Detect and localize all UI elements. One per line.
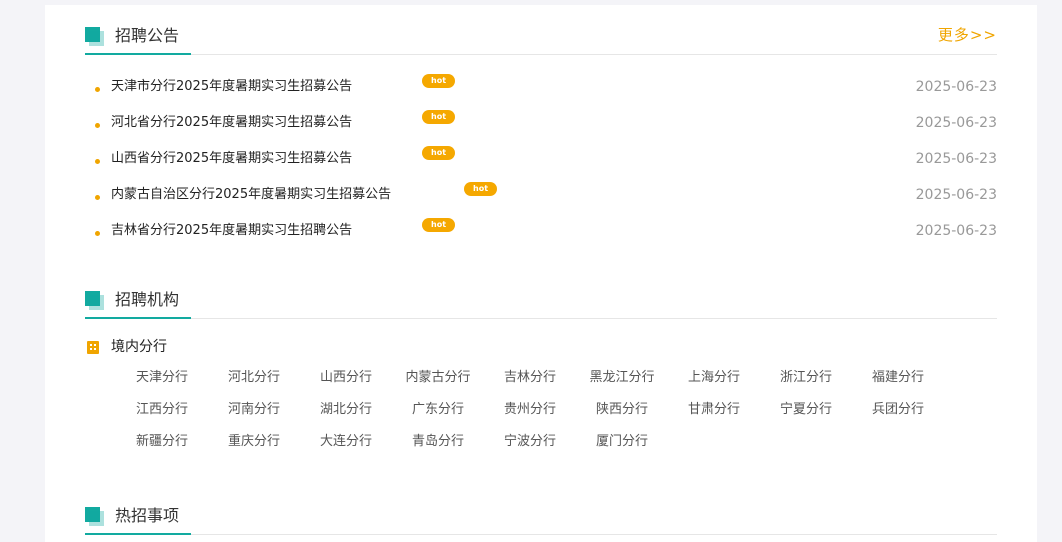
branch-link[interactable]: 河南分行 (208, 399, 300, 431)
building-icon (85, 339, 101, 355)
announcement-date: 2025-06-23 (915, 187, 997, 203)
section-square-icon (85, 27, 104, 46)
institutions-tab: 招聘机构 (85, 287, 192, 319)
branch-link[interactable]: 上海分行 (668, 367, 760, 399)
announcement-date: 2025-06-23 (915, 151, 997, 167)
branch-link[interactable]: 浙江分行 (760, 367, 852, 399)
institutions-header: 招聘机构 (85, 287, 997, 319)
announcement-date: 2025-06-23 (915, 223, 997, 239)
announcements-header: 招聘公告 更多>> (85, 23, 997, 55)
branch-grid: 天津分行 河北分行 山西分行 内蒙古分行 吉林分行 黑龙江分行 上海分行 浙江分… (116, 367, 946, 463)
list-item[interactable]: 天津市分行2025年度暑期实习生招募公告 hot 2025-06-23 (85, 74, 997, 111)
announcement-title[interactable]: 山西省分行2025年度暑期实习生招募公告 (111, 151, 352, 166)
announcements-tab: 招聘公告 (85, 23, 192, 55)
branch-link[interactable]: 贵州分行 (484, 399, 576, 431)
list-item[interactable]: 内蒙古自治区分行2025年度暑期实习生招募公告 hot 2025-06-23 (85, 182, 997, 219)
list-item[interactable]: 河北省分行2025年度暑期实习生招募公告 hot 2025-06-23 (85, 110, 997, 147)
hot-items-header: 热招事项 (85, 503, 997, 535)
announcement-title[interactable]: 吉林省分行2025年度暑期实习生招聘公告 (111, 223, 352, 238)
branch-link[interactable]: 青岛分行 (392, 431, 484, 463)
hot-items-tab: 热招事项 (85, 503, 192, 535)
branch-link[interactable]: 天津分行 (116, 367, 208, 399)
hot-badge: hot (422, 146, 456, 160)
section-title: 热招事项 (115, 506, 180, 525)
hot-badge: hot (464, 182, 498, 196)
branch-link[interactable]: 甘肃分行 (668, 399, 760, 431)
branch-link[interactable]: 吉林分行 (484, 367, 576, 399)
branch-link[interactable]: 河北分行 (208, 367, 300, 399)
branch-link[interactable]: 厦门分行 (576, 431, 668, 463)
region-label: 境内分行 (111, 339, 167, 355)
section-square-icon (85, 291, 104, 310)
branch-link[interactable]: 宁夏分行 (760, 399, 852, 431)
branch-link[interactable]: 湖北分行 (300, 399, 392, 431)
branch-link[interactable]: 新疆分行 (116, 431, 208, 463)
branch-link[interactable]: 福建分行 (852, 367, 944, 399)
section-title: 招聘公告 (115, 26, 180, 45)
section-title: 招聘机构 (115, 290, 180, 309)
hot-badge: hot (422, 110, 456, 124)
announcement-list: 天津市分行2025年度暑期实习生招募公告 hot 2025-06-23 河北省分… (85, 74, 997, 255)
main-panel: 招聘公告 更多>> 天津市分行2025年度暑期实习生招募公告 hot 2025-… (45, 5, 1037, 542)
branch-link[interactable]: 兵团分行 (852, 399, 944, 431)
branch-link[interactable]: 大连分行 (300, 431, 392, 463)
hot-badge: hot (422, 74, 456, 88)
branch-link[interactable]: 陕西分行 (576, 399, 668, 431)
section-square-icon (85, 507, 104, 526)
hot-badge: hot (422, 218, 456, 232)
branch-link[interactable]: 重庆分行 (208, 431, 300, 463)
list-item[interactable]: 吉林省分行2025年度暑期实习生招聘公告 hot 2025-06-23 (85, 218, 997, 255)
branch-link[interactable]: 黑龙江分行 (576, 367, 668, 399)
announcement-date: 2025-06-23 (915, 79, 997, 95)
more-link[interactable]: 更多>> (938, 24, 997, 45)
announcement-title[interactable]: 天津市分行2025年度暑期实习生招募公告 (111, 79, 352, 94)
announcement-title[interactable]: 河北省分行2025年度暑期实习生招募公告 (111, 115, 352, 130)
branch-link[interactable]: 内蒙古分行 (392, 367, 484, 399)
branch-link[interactable]: 宁波分行 (484, 431, 576, 463)
branch-link[interactable]: 山西分行 (300, 367, 392, 399)
branch-link[interactable]: 广东分行 (392, 399, 484, 431)
branch-link[interactable]: 江西分行 (116, 399, 208, 431)
list-item[interactable]: 山西省分行2025年度暑期实习生招募公告 hot 2025-06-23 (85, 146, 997, 183)
announcement-title[interactable]: 内蒙古自治区分行2025年度暑期实习生招募公告 (111, 187, 391, 202)
announcement-date: 2025-06-23 (915, 115, 997, 131)
